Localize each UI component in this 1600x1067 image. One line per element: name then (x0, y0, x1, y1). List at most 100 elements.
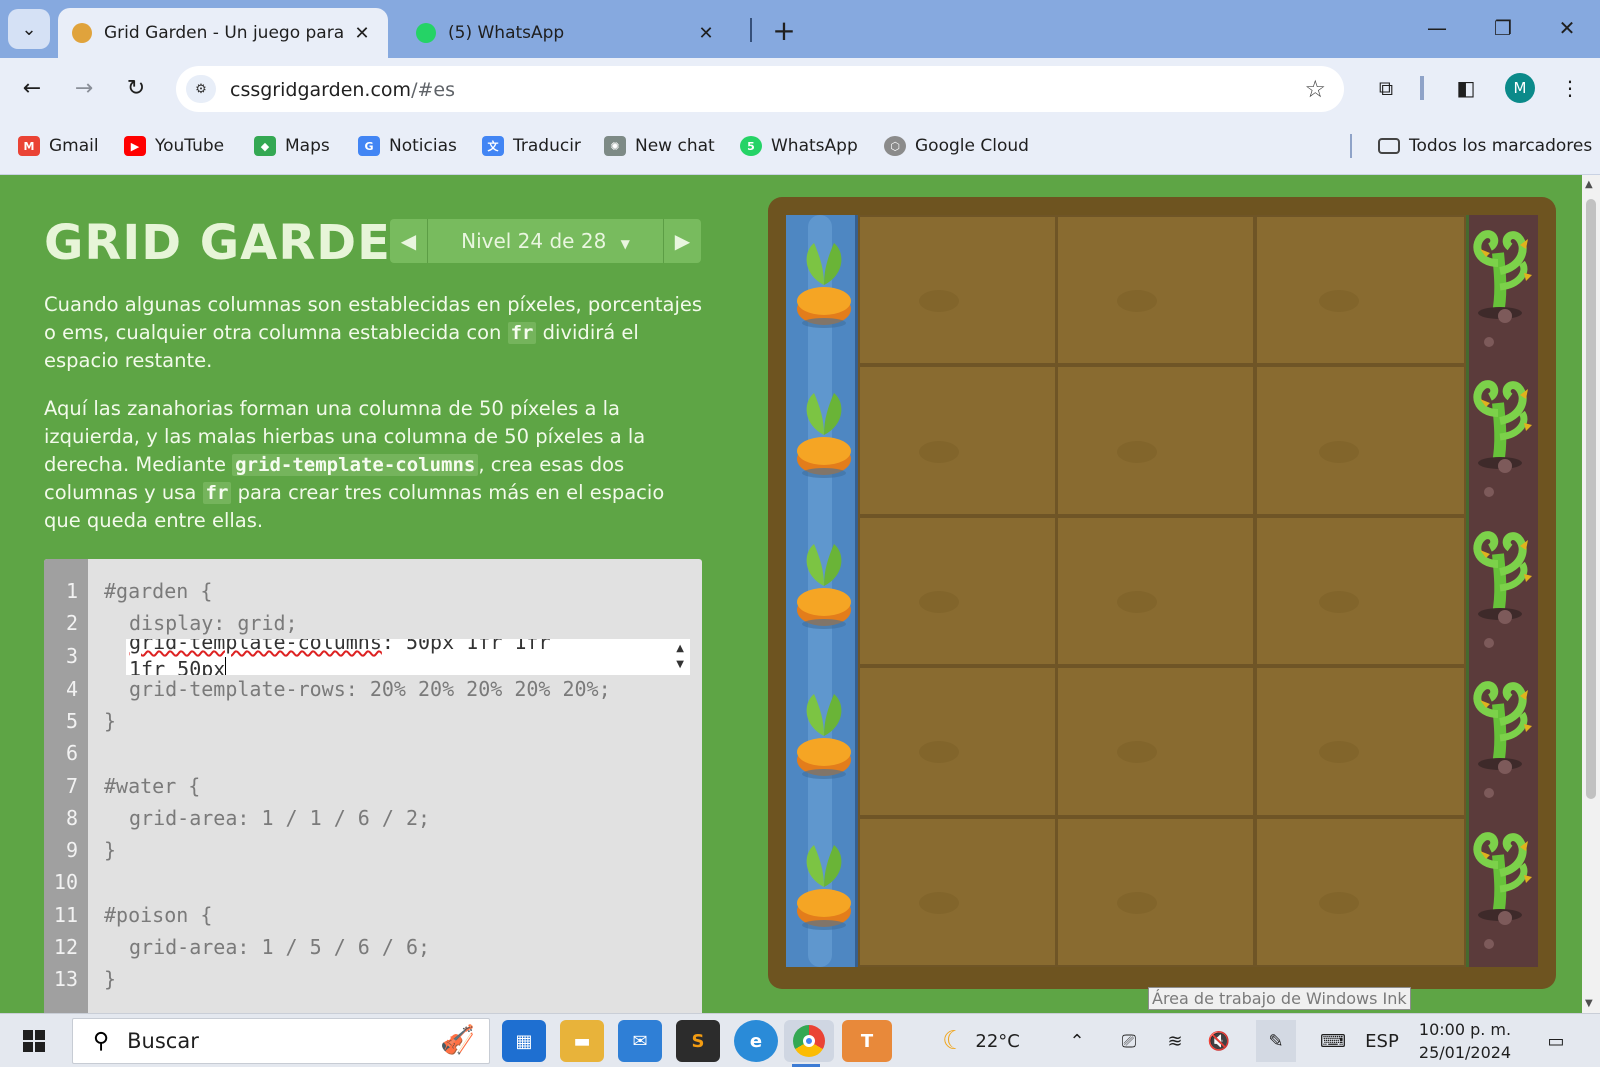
whatsapp-favicon-icon (416, 23, 436, 43)
carrot-icon (797, 543, 851, 629)
forward-button[interactable]: → (64, 68, 104, 108)
file-explorer-icon[interactable]: ▬ (560, 1020, 604, 1062)
bookmark-star-icon[interactable]: ☆ (1304, 75, 1326, 103)
css-answer-input[interactable]: grid-template-columns: 50px 1fr 1fr 1fr 5… (126, 639, 690, 675)
microsoft-store-icon[interactable]: ▦ (502, 1020, 546, 1062)
scroll-up-arrow-icon[interactable]: ▲ (1585, 179, 1593, 190)
moon-icon: ☾ (942, 1026, 966, 1056)
soil-cell (858, 515, 1057, 667)
start-button[interactable] (12, 1020, 56, 1062)
side-panel-button[interactable]: ◧ (1446, 70, 1486, 106)
chrome-icon[interactable] (784, 1020, 834, 1067)
chevron-down-icon: ⌄ (21, 18, 37, 40)
close-tab-icon[interactable]: ✕ (694, 23, 718, 44)
close-window-button[interactable]: ✕ (1534, 8, 1600, 48)
scrollbar-thumb[interactable] (1586, 199, 1596, 799)
grid-garden-favicon-icon (72, 23, 92, 43)
minimize-button[interactable]: — (1404, 8, 1470, 48)
translate-icon: 文 (482, 136, 504, 156)
restore-icon: ❐ (1494, 16, 1512, 40)
bookmark-label: Google Cloud (915, 136, 1029, 156)
bookmark-noticias[interactable]: G Noticias (358, 132, 457, 160)
close-tab-icon[interactable]: ✕ (350, 23, 374, 44)
show-hidden-icons-button[interactable]: ⌃ (1062, 1020, 1092, 1062)
bookmark-traducir[interactable]: 文 Traducir (482, 132, 581, 160)
triangle-left-icon: ◀ (400, 229, 417, 253)
taskbar-search[interactable]: ⚲ Buscar 🎻 (72, 1018, 490, 1064)
css-answer-text[interactable]: grid-template-columns: 50px 1fr 1fr 1fr 5… (129, 639, 550, 675)
url-text[interactable]: cssgridgarden.com/#es (230, 79, 455, 101)
scroll-spinner[interactable]: ▲ ▼ (676, 641, 684, 673)
bookmark-whatsapp[interactable]: 5 WhatsApp (740, 132, 858, 160)
carrot-icon (797, 694, 851, 780)
site-settings-icon[interactable]: ⚙ (186, 75, 216, 103)
meet-now-icon[interactable]: ⎚ (1114, 1020, 1144, 1062)
line-number: 5 (65, 709, 78, 733)
soil-cell (858, 215, 1057, 366)
system-clock[interactable]: 10:00 p. m. 25/01/2024 (1410, 1018, 1520, 1064)
code-snippet: grid-template-columns (232, 454, 479, 476)
input-language[interactable]: ESP (1362, 1020, 1402, 1062)
arrow-right-icon: → (74, 75, 94, 101)
folder-icon (1378, 138, 1400, 154)
tab-search-button[interactable]: ⌄ (8, 9, 50, 49)
poison-speck (1484, 637, 1494, 648)
bookmark-maps[interactable]: ◆ Maps (254, 132, 330, 160)
scroll-up-icon: ▲ (676, 643, 684, 654)
code-snippet: fr (507, 322, 537, 344)
bookmark-label: Noticias (389, 136, 457, 156)
volume-muted-icon[interactable]: 🔇 (1204, 1020, 1234, 1062)
next-level-button[interactable]: ▶ (663, 219, 701, 263)
chrome-logo-icon (793, 1025, 825, 1057)
wifi-icon[interactable]: ≋ (1160, 1020, 1190, 1062)
text: : 50px 1fr 1fr (381, 639, 551, 654)
address-bar[interactable]: ⚙ cssgridgarden.com/#es ☆ (176, 66, 1344, 112)
puzzle-icon: ⧉ (1378, 76, 1394, 100)
code-snippet: fr (202, 482, 232, 504)
notifications-button[interactable]: ▭ (1536, 1020, 1576, 1062)
line-number: 6 (65, 741, 78, 765)
teams-icon[interactable]: T (842, 1020, 892, 1062)
bookmark-label: Maps (285, 136, 330, 156)
edge-icon[interactable]: e (734, 1020, 778, 1062)
weed-icon (1473, 831, 1532, 921)
notification-icon: ▭ (1547, 1030, 1565, 1052)
level-selector[interactable]: Nivel 24 de 28 ▼ (428, 229, 663, 253)
previous-level-button[interactable]: ◀ (390, 219, 428, 263)
plus-icon: + (772, 13, 796, 47)
mail-icon[interactable]: ✉ (618, 1020, 662, 1062)
bookmark-gmail[interactable]: M Gmail (18, 132, 99, 160)
clock-time: 10:00 p. m. (1418, 1020, 1512, 1039)
new-tab-button[interactable]: + (764, 10, 804, 50)
scroll-down-arrow-icon[interactable]: ▼ (1585, 998, 1593, 1009)
toolbar-divider (1420, 76, 1424, 100)
bookmark-google-cloud[interactable]: ⬡ Google Cloud (884, 132, 1029, 160)
bookmark-youtube[interactable]: ▶ YouTube (124, 132, 224, 160)
page-scrollbar[interactable]: ▲ ▼ (1582, 175, 1600, 1013)
extensions-button[interactable]: ⧉ (1366, 70, 1406, 106)
profile-button[interactable]: M (1500, 70, 1540, 106)
line-number: 4 (65, 677, 78, 701)
back-button[interactable]: ← (12, 68, 52, 108)
touch-keyboard-icon[interactable]: ⌨ (1316, 1020, 1350, 1062)
bookmark-label: Gmail (49, 136, 99, 156)
windows-ink-button[interactable]: ✎ (1256, 1020, 1296, 1062)
kebab-menu-icon: ⋮ (1560, 76, 1580, 100)
all-bookmarks-button[interactable]: Todos los marcadores (1378, 132, 1592, 160)
line-number-gutter: 1 2 3 4 5 6 7 8 9 10 11 12 13 (44, 559, 88, 1013)
weather-widget[interactable]: ☾ 22°C (936, 1020, 1026, 1062)
tab-grid-garden[interactable]: Grid Garden - Un juego para ap ✕ (58, 8, 388, 58)
reload-button[interactable]: ↻ (116, 68, 156, 108)
soil-cell (1255, 365, 1466, 516)
news-icon: G (358, 136, 380, 156)
tab-whatsapp[interactable]: (5) WhatsApp ✕ (402, 8, 732, 58)
poison-speck (1498, 910, 1512, 925)
bookmark-new-chat[interactable]: ✺ New chat (604, 132, 715, 160)
sublime-text-icon[interactable]: S (676, 1020, 720, 1062)
menu-button[interactable]: ⋮ (1552, 70, 1588, 106)
line-number: 2 (65, 611, 78, 635)
line-number: 3 (65, 644, 78, 668)
restore-button[interactable]: ❐ (1470, 8, 1536, 48)
instructions-paragraph-2: Aquí las zanahorias forman una columna d… (44, 395, 704, 535)
cloud-icon: ⬡ (884, 136, 906, 156)
